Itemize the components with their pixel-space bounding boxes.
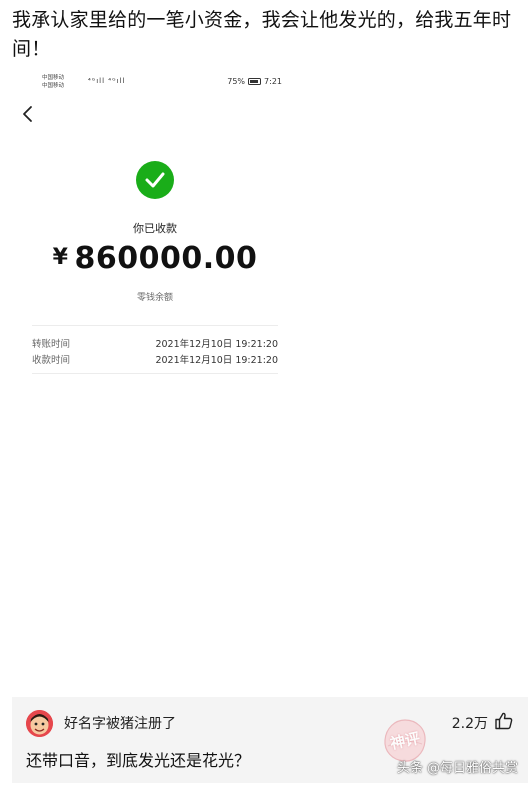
detail-key: 转账时间 (32, 339, 71, 350)
amount-value: 860000.00 (74, 241, 258, 276)
thumbs-up-icon[interactable] (494, 711, 514, 731)
carrier-line-1: 中国移动 (42, 75, 65, 81)
back-arrow-icon[interactable] (20, 104, 38, 124)
carrier-info: 中国移动 中国移动 (42, 74, 64, 90)
divider-bottom (32, 373, 278, 374)
success-check (136, 161, 174, 199)
balance-link[interactable]: 零钱余额 (0, 290, 310, 303)
detail-row-transfer-time: 转账时间 2021年12月10日 19:21:20 (32, 336, 278, 350)
status-time: 7:21 (264, 77, 282, 86)
detail-key: 收款时间 (32, 355, 71, 366)
divider-top (32, 325, 278, 326)
like-count: 2.2万 (451, 716, 488, 732)
comment-text: 还带口音，到底发光还是花光？ (26, 751, 251, 770)
detail-value: 2021年12月10日 19:21:20 (155, 339, 278, 350)
signal-icon: ⁴ᴳıll ⁴ᴳıll (88, 77, 126, 85)
carrier-line-2: 中国移动 (42, 83, 65, 89)
detail-value: 2021年12月10日 19:21:20 (155, 355, 278, 366)
status-right: 75% 7:21 (227, 77, 282, 86)
received-label: 你已收款 (133, 222, 177, 235)
post-title: 我承认家里给的一笔小资金，我会让他发光的，给我五年时间！ (12, 9, 512, 60)
comment-username[interactable]: 好名字被猪注册了 (64, 713, 176, 733)
avatar[interactable] (26, 710, 53, 737)
battery-icon (248, 78, 262, 85)
currency-symbol: ¥ (52, 245, 69, 270)
source-watermark: 头条 @每日雅俗共赏 (396, 761, 518, 776)
status-bar: 中国移动 中国移动 ⁴ᴳıll ⁴ᴳıll 75% 7:21 (42, 74, 282, 92)
amount-display: ¥860000.00 (0, 241, 310, 276)
checkmark-icon (145, 172, 165, 188)
battery-percent: 75% (227, 77, 246, 86)
detail-row-receive-time: 收款时间 2021年12月10日 19:21:20 (32, 352, 278, 366)
